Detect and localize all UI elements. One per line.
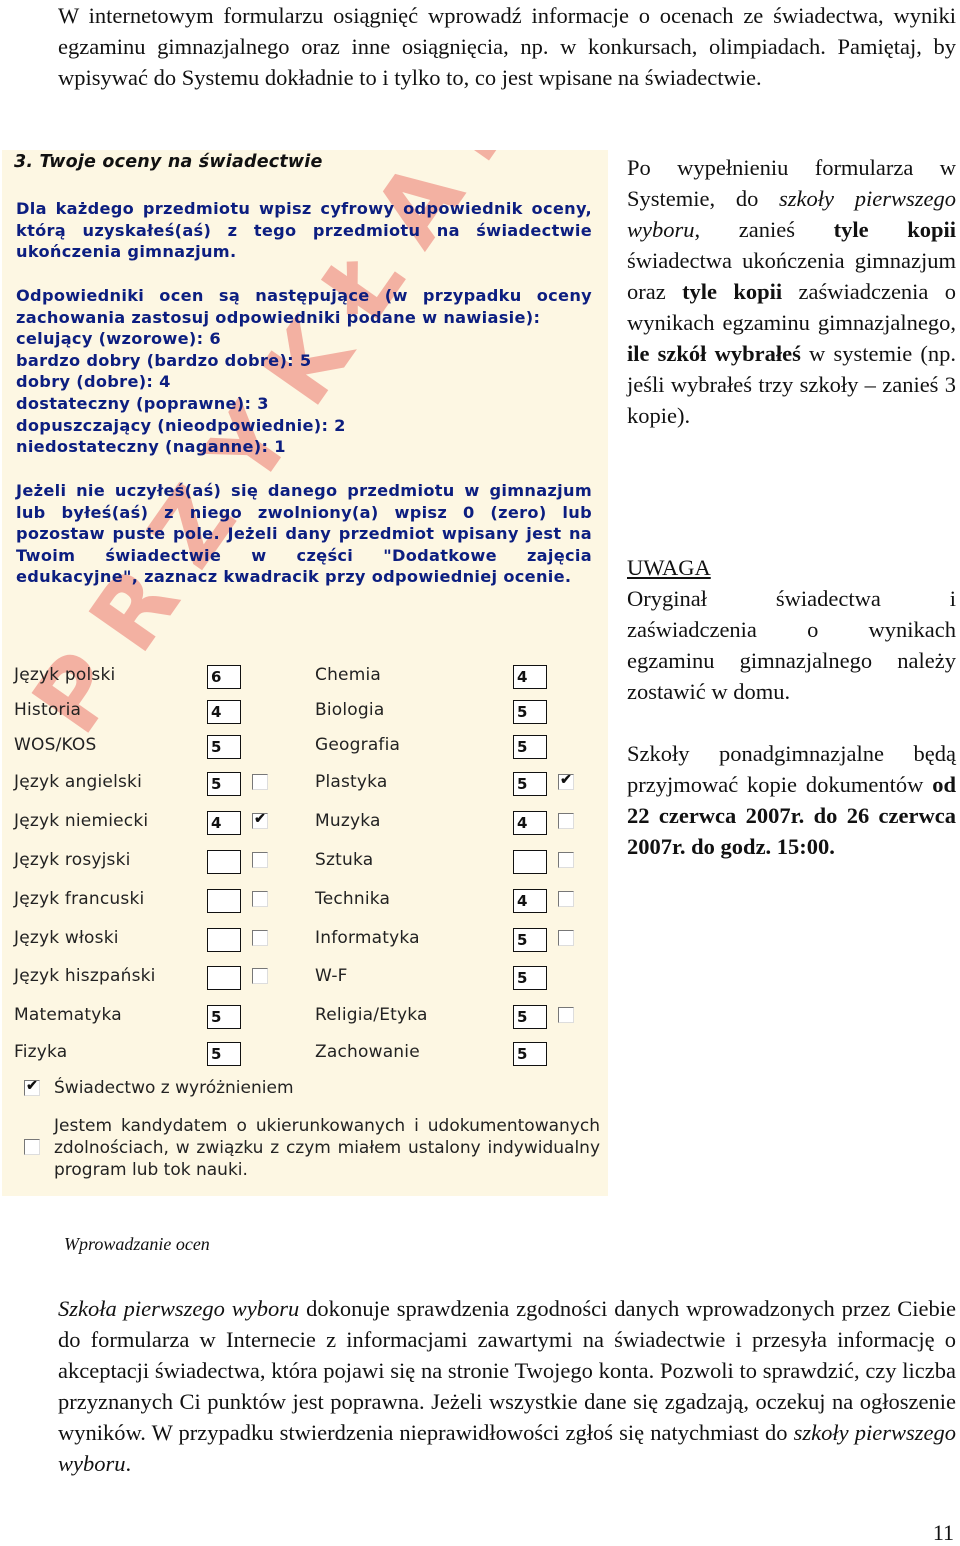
subject-row: Chemia 4 <box>2 665 608 691</box>
notice-text: Oryginał świadectwa i zaświadczenia o wy… <box>627 586 956 704</box>
notice-heading: UWAGA <box>627 555 711 580</box>
subject-row: Zachowanie 5 <box>2 1042 608 1068</box>
subject-label: Muzyka <box>315 811 381 831</box>
outro-end: . <box>125 1451 132 1476</box>
grade-input[interactable] <box>513 850 547 874</box>
subject-label: Geografia <box>315 735 401 755</box>
subject-label: Sztuka <box>315 850 374 870</box>
grades-grid: Język polski 6 Historia 4 WOS/KOS 5 Język angi… <box>2 150 608 1196</box>
page-number: 11 <box>932 1520 954 1545</box>
text-run: tyle kopii <box>682 279 783 304</box>
text-run: , zanieś <box>694 217 834 242</box>
grade-input[interactable]: 5 <box>513 928 547 952</box>
instructions-copies: Po wypełnieniu formularza w Systemie, do… <box>627 152 956 431</box>
subject-row: Informatyka 5 <box>2 928 608 954</box>
extra-classes-checkbox[interactable] <box>558 1007 574 1023</box>
grade-input[interactable]: 5 <box>513 966 547 990</box>
grade-input[interactable]: 4 <box>513 811 547 835</box>
distinction-checkbox[interactable]: ✔ <box>24 1080 40 1096</box>
intro-paragraph: W internetowym formularzu osiągnięć wpro… <box>58 3 956 90</box>
grade-input[interactable]: 4 <box>513 665 547 689</box>
extra-classes-checkbox[interactable] <box>558 930 574 946</box>
extra-classes-checkbox[interactable] <box>558 813 574 829</box>
closing-paragraph: Szkoła pierwszego wyboru dokonuje sprawd… <box>58 1293 956 1479</box>
subject-row: W-F 5 <box>2 966 608 992</box>
candidate-label: Jestem kandydatem o ukierunkowanych i ud… <box>54 1116 600 1180</box>
candidate-checkbox[interactable] <box>24 1139 40 1155</box>
subject-label: Chemia <box>315 665 382 685</box>
subject-label: W-F <box>315 966 348 986</box>
extra-classes-checkbox[interactable] <box>558 891 574 907</box>
text-run: tyle kopii <box>833 217 956 242</box>
distinction-label: Świadectwo z wyróżnieniem <box>54 1078 294 1098</box>
outro-italic-start: Szkoła pierwszego wyboru <box>58 1296 300 1321</box>
deadline-paragraph: Szkoły ponadgimnazjalne będą przyjmować … <box>627 738 956 862</box>
subject-row: Biologia 5 <box>2 700 608 726</box>
subject-row: Plastyka 5 ✔ <box>2 772 608 798</box>
grade-input[interactable]: 4 <box>513 889 547 913</box>
grade-input[interactable]: 5 <box>513 1005 547 1029</box>
subject-label: Technika <box>315 889 391 909</box>
subject-label: Informatyka <box>315 928 420 948</box>
extra-classes-checkbox[interactable] <box>558 852 574 868</box>
subject-row: Geografia 5 <box>2 735 608 761</box>
grade-input[interactable]: 5 <box>513 772 547 796</box>
grade-input[interactable]: 5 <box>513 735 547 759</box>
text-run: ile szkół wybrałeś <box>627 341 801 366</box>
subject-label: Plastyka <box>315 772 388 792</box>
subject-row: Technika 4 <box>2 889 608 915</box>
subject-label: Biologia <box>315 700 385 720</box>
subject-label: Zachowanie <box>315 1042 420 1062</box>
subject-row: Sztuka <box>2 850 608 876</box>
figure-caption: Wprowadzanie ocen <box>64 1234 210 1254</box>
grade-input[interactable]: 5 <box>513 1042 547 1066</box>
deadline-intro: Szkoły ponadgimnazjalne będą przyjmować … <box>627 741 956 797</box>
extra-classes-checkbox[interactable]: ✔ <box>558 774 574 790</box>
subject-row: Muzyka 4 <box>2 811 608 837</box>
grades-form-screenshot: PRZYKŁAD 3. Twoje oceny na świadectwie D… <box>2 150 608 1196</box>
subject-label: Religia/Etyka <box>315 1005 428 1025</box>
subject-row: Religia/Etyka 5 <box>2 1005 608 1031</box>
grade-input[interactable]: 5 <box>513 700 547 724</box>
notice: UWAGA Oryginał świadectwa i zaświadczeni… <box>627 552 956 707</box>
